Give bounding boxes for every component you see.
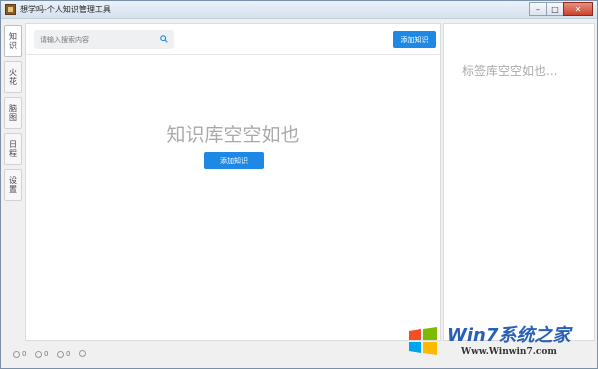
search-input[interactable] — [40, 33, 150, 46]
tab-settings[interactable]: 设置 — [4, 169, 22, 201]
knowledge-panel: 添加知识 知识库空空如也 添加知识 — [25, 23, 441, 341]
close-button[interactable]: ✕ — [563, 2, 593, 16]
status-item: 0 — [13, 350, 26, 358]
watermark-url: Www.Winwin7.com — [461, 347, 557, 357]
knowledge-toolbar: 添加知识 — [26, 24, 440, 55]
status-count: 0 — [66, 350, 71, 358]
app-logo-icon — [5, 4, 16, 15]
watermark: Win7系统之家 Www.Winwin7.com — [399, 319, 595, 365]
tag-empty-text: 标签库空空如也... — [462, 64, 558, 78]
tab-schedule[interactable]: 日程 — [4, 133, 22, 165]
status-count: 0 — [22, 350, 27, 358]
close-icon: ✕ — [574, 4, 582, 14]
tab-sparks[interactable]: 火花 — [4, 61, 22, 93]
maximize-button[interactable]: □ — [546, 2, 564, 16]
app-window: 想学吗-个人知识管理工具 – □ ✕ 知识 火花 脑图 日程 设置 添加知识 知… — [0, 0, 598, 369]
search-box — [34, 30, 174, 49]
minimize-button[interactable]: – — [529, 2, 547, 16]
minimize-icon: – — [536, 4, 540, 14]
like-count-icon — [57, 350, 64, 358]
tab-label: 设置 — [8, 176, 18, 194]
status-item: 0 — [57, 350, 70, 358]
tab-label: 日程 — [8, 140, 18, 158]
search-icon[interactable] — [160, 35, 168, 43]
tab-mindmap[interactable]: 脑图 — [4, 97, 22, 129]
watermark-brand: Win7系统之家 — [447, 325, 571, 346]
add-knowledge-center-button[interactable]: 添加知识 — [204, 152, 264, 169]
tab-label: 知识 — [8, 32, 18, 50]
status-count: 0 — [44, 350, 49, 358]
window-controls: – □ ✕ — [529, 2, 593, 16]
empty-state-title: 知识库空空如也 — [166, 124, 300, 146]
tab-knowledge[interactable]: 知识 — [4, 25, 22, 57]
status-item: 0 — [35, 350, 48, 358]
windows-logo-icon — [409, 327, 437, 355]
tab-label: 火花 — [8, 68, 18, 86]
tag-panel: 标签库空空如也... — [443, 23, 595, 341]
add-knowledge-button[interactable]: 添加知识 — [393, 31, 436, 48]
window-title: 想学吗-个人知识管理工具 — [20, 5, 111, 14]
knowledge-count-icon — [13, 350, 20, 358]
status-item — [79, 350, 88, 357]
maximize-icon: □ — [551, 4, 559, 14]
title-bar: 想学吗-个人知识管理工具 – □ ✕ — [1, 1, 597, 19]
spark-count-icon — [35, 350, 42, 358]
tab-label: 脑图 — [8, 104, 18, 122]
clock-icon — [79, 350, 86, 357]
sidebar: 知识 火花 脑图 日程 设置 — [4, 25, 22, 205]
